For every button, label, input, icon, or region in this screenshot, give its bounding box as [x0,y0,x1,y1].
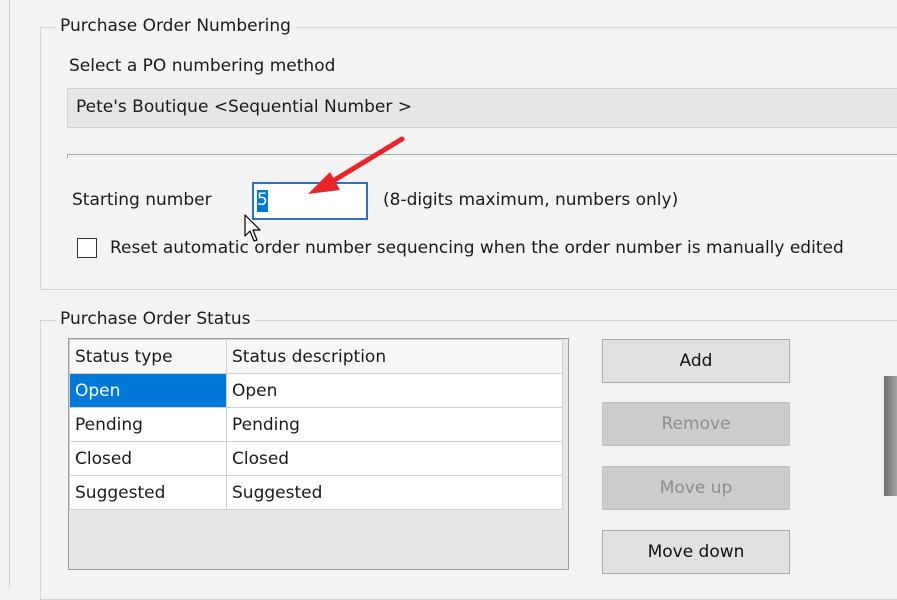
move-down-button[interactable]: Move down [602,530,790,574]
reset-sequencing-label[interactable]: Reset automatic order number sequencing … [110,238,844,258]
status-type-cell[interactable]: Suggested [69,475,227,510]
starting-number-hint: (8-digits maximum, numbers only) [383,190,679,210]
move-up-button[interactable]: Move up [602,466,790,510]
section-divider [67,154,897,159]
status-type-cell[interactable]: Closed [69,441,227,476]
table-row[interactable]: Suggested Suggested [69,475,563,510]
po-status-legend: Purchase Order Status [56,309,255,329]
status-table-container[interactable]: Status type Status description Open Open… [68,338,569,570]
add-button[interactable]: Add [602,339,790,383]
mouse-cursor-icon [244,214,261,242]
table-row[interactable]: Open Open [69,373,563,408]
status-type-cell[interactable]: Pending [69,407,227,442]
status-type-cell[interactable]: Open [69,373,227,408]
column-header-status-type[interactable]: Status type [69,339,227,374]
window-left-edge [0,0,10,587]
numbering-method-label: Select a PO numbering method [69,56,336,76]
table-row[interactable]: Pending Pending [69,407,563,442]
status-description-cell[interactable]: Closed [226,441,563,476]
starting-number-label: Starting number [72,190,212,210]
status-description-cell[interactable]: Pending [226,407,563,442]
status-table: Status type Status description Open Open… [69,339,563,510]
reset-sequencing-checkbox[interactable] [77,238,97,258]
status-description-cell[interactable]: Suggested [226,475,563,510]
background-window-edge [884,376,897,496]
starting-number-value: 5 [257,190,268,210]
numbering-method-value: Pete's Boutique <Sequential Number > [76,97,412,117]
table-row[interactable]: Closed Closed [69,441,563,476]
po-numbering-legend: Purchase Order Numbering [56,16,295,36]
table-header-row: Status type Status description [69,339,563,374]
red-arrow-icon [308,136,405,194]
numbering-method-select[interactable]: Pete's Boutique <Sequential Number > [67,88,897,128]
remove-button[interactable]: Remove [602,402,790,446]
column-header-status-description[interactable]: Status description [226,339,563,374]
starting-number-selection: 5 [257,190,268,212]
status-description-cell[interactable]: Open [226,373,563,408]
